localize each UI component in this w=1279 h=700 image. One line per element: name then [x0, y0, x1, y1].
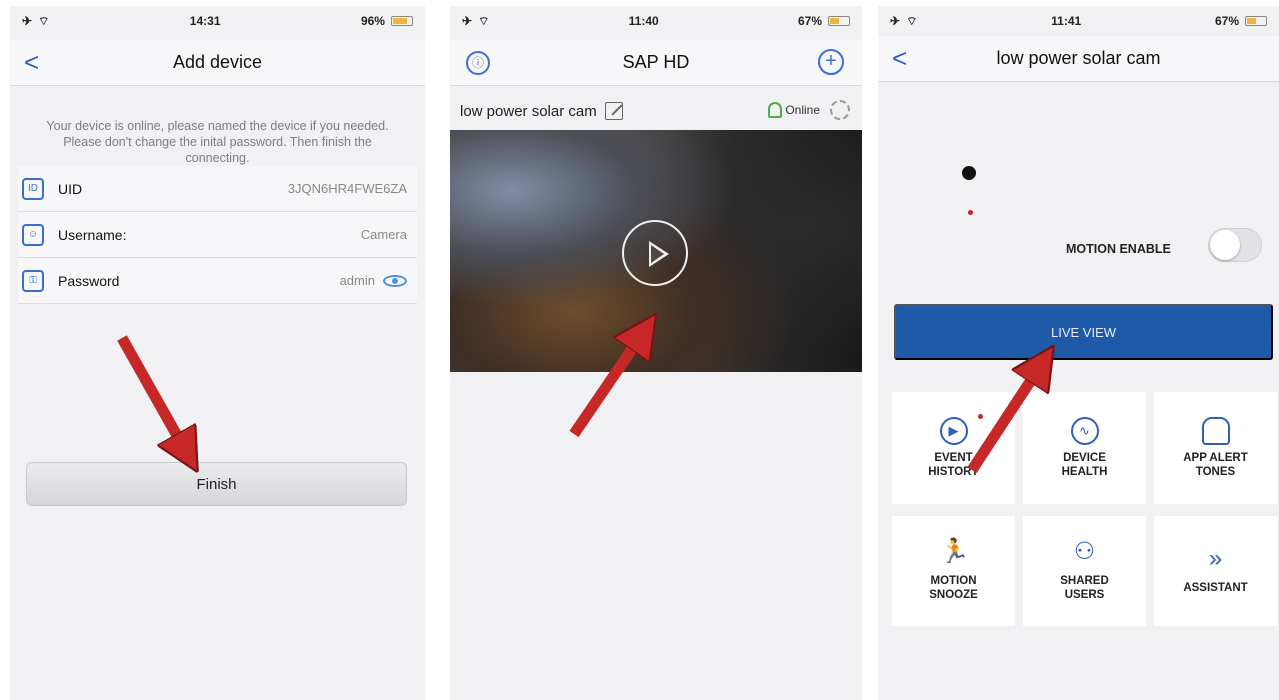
add-device-screen: ✈ ⌔ 14:31 96% < Add device Your device is…: [10, 6, 425, 700]
device-name: low power solar cam: [460, 102, 597, 120]
back-button[interactable]: <: [892, 44, 907, 72]
password-label: Password: [58, 272, 120, 289]
nav-bar: < low power solar cam: [878, 36, 1279, 82]
wifi-icon: ⌔: [478, 13, 490, 28]
tile-label: APP ALERT TONES: [1183, 452, 1248, 478]
wifi-icon: ⌔: [38, 13, 50, 28]
page-title: low power solar cam: [996, 48, 1161, 68]
battery-icon: [828, 16, 850, 26]
status-time: 11:41: [1051, 14, 1082, 28]
play-icon[interactable]: [622, 220, 688, 286]
shared-users-tile[interactable]: ⚇ SHARED USERS: [1023, 516, 1146, 626]
eye-icon[interactable]: [383, 274, 407, 287]
finish-button[interactable]: Finish: [26, 462, 407, 506]
tile-label: EVENT HISTORY: [928, 452, 979, 478]
battery-percent: 67%: [797, 14, 822, 28]
motion-enable-label: MOTION ENABLE: [1066, 242, 1171, 256]
tile-label: SHARED USERS: [1060, 575, 1109, 601]
tile-label: DEVICE HEALTH: [1061, 452, 1108, 478]
motion-enable-toggle[interactable]: [1208, 228, 1262, 262]
shared-users-icon: ⚇: [1073, 538, 1096, 565]
tile-label: ASSISTANT: [1183, 582, 1248, 594]
device-health-icon: ∿: [1070, 417, 1099, 445]
status-bar: ✈ ⌔ 11:41 67%: [878, 6, 1279, 36]
password-row[interactable]: ⚿ Password admin: [18, 258, 417, 304]
bell-icon: [768, 102, 782, 118]
username-label: Username:: [58, 226, 127, 243]
username-row[interactable]: ☺ Username: Camera: [18, 212, 417, 258]
password-value[interactable]: admin: [340, 273, 375, 288]
status-bar: ✈ ⌔ 14:31 96%: [10, 6, 425, 36]
password-value-group: admin: [340, 273, 407, 288]
chevrons-right-icon: »: [1208, 545, 1223, 572]
battery-percent: 67%: [1214, 14, 1239, 28]
nav-bar: < Add device: [10, 40, 425, 86]
device-header: low power solar cam Online: [450, 90, 862, 132]
back-button[interactable]: <: [24, 48, 39, 76]
battery-icon: [390, 16, 413, 26]
battery-icon: [1245, 16, 1267, 26]
account-icon[interactable]: ⓘ: [466, 51, 490, 75]
device-health-tile[interactable]: ∿ DEVICE HEALTH: [1023, 392, 1146, 504]
uid-icon: ID: [22, 177, 44, 200]
video-preview[interactable]: [450, 130, 862, 372]
uid-value: 3JQN6HR4FWE6ZA: [287, 181, 407, 196]
wifi-icon: ⌔: [906, 13, 918, 28]
page-title: Add device: [172, 52, 263, 72]
airplane-icon: ✈: [462, 14, 473, 28]
event-history-tile[interactable]: ▶ EVENT HISTORY: [892, 392, 1015, 504]
device-list-screen: ✈ ⌔ 11:40 67% ⓘ SAP HD + low power solar …: [450, 6, 862, 700]
user-icon: ☺: [22, 223, 44, 246]
edit-icon[interactable]: [604, 102, 623, 120]
status-time: 14:31: [189, 14, 221, 28]
nav-bar: ⓘ SAP HD +: [450, 40, 862, 86]
assistant-tile[interactable]: » ASSISTANT: [1154, 516, 1277, 626]
status-bar: ✈ ⌔ 11:40 67%: [450, 6, 862, 36]
motion-snooze-tile[interactable]: 🏃 MOTION SNOOZE: [892, 516, 1015, 626]
airplane-icon: ✈: [890, 14, 901, 28]
tile-label: MOTION SNOOZE: [929, 575, 978, 601]
status-time: 11:40: [628, 14, 659, 28]
bell-icon: [1201, 417, 1230, 445]
feature-grid: ▶ EVENT HISTORY ∿ DEVICE HEALTH APP ALER…: [892, 392, 1277, 626]
indicator-dot: [962, 166, 976, 180]
uid-label: UID: [58, 180, 83, 197]
gear-icon[interactable]: [830, 100, 850, 120]
live-view-button[interactable]: LIVE VIEW: [894, 304, 1273, 360]
app-alert-tones-tile[interactable]: APP ALERT TONES: [1154, 392, 1277, 504]
password-icon: ⚿: [22, 269, 44, 292]
airplane-icon: ✈: [22, 14, 33, 28]
camera-detail-screen: ✈ ⌔ 11:41 67% < low power solar cam MOTIO…: [878, 6, 1279, 700]
info-message: Your device is online, please named the …: [46, 119, 389, 165]
event-history-icon: ▶: [939, 417, 968, 445]
username-value[interactable]: Camera: [361, 227, 407, 242]
red-dot: [968, 210, 973, 215]
add-device-button[interactable]: +: [818, 49, 844, 75]
red-dot: [978, 414, 983, 419]
page-title: SAP HD: [622, 52, 690, 72]
uid-row: ID UID 3JQN6HR4FWE6ZA: [18, 166, 417, 212]
status-badge: Online: [785, 103, 820, 117]
battery-percent: 96%: [360, 14, 385, 28]
motion-snooze-icon: 🏃: [939, 538, 970, 565]
